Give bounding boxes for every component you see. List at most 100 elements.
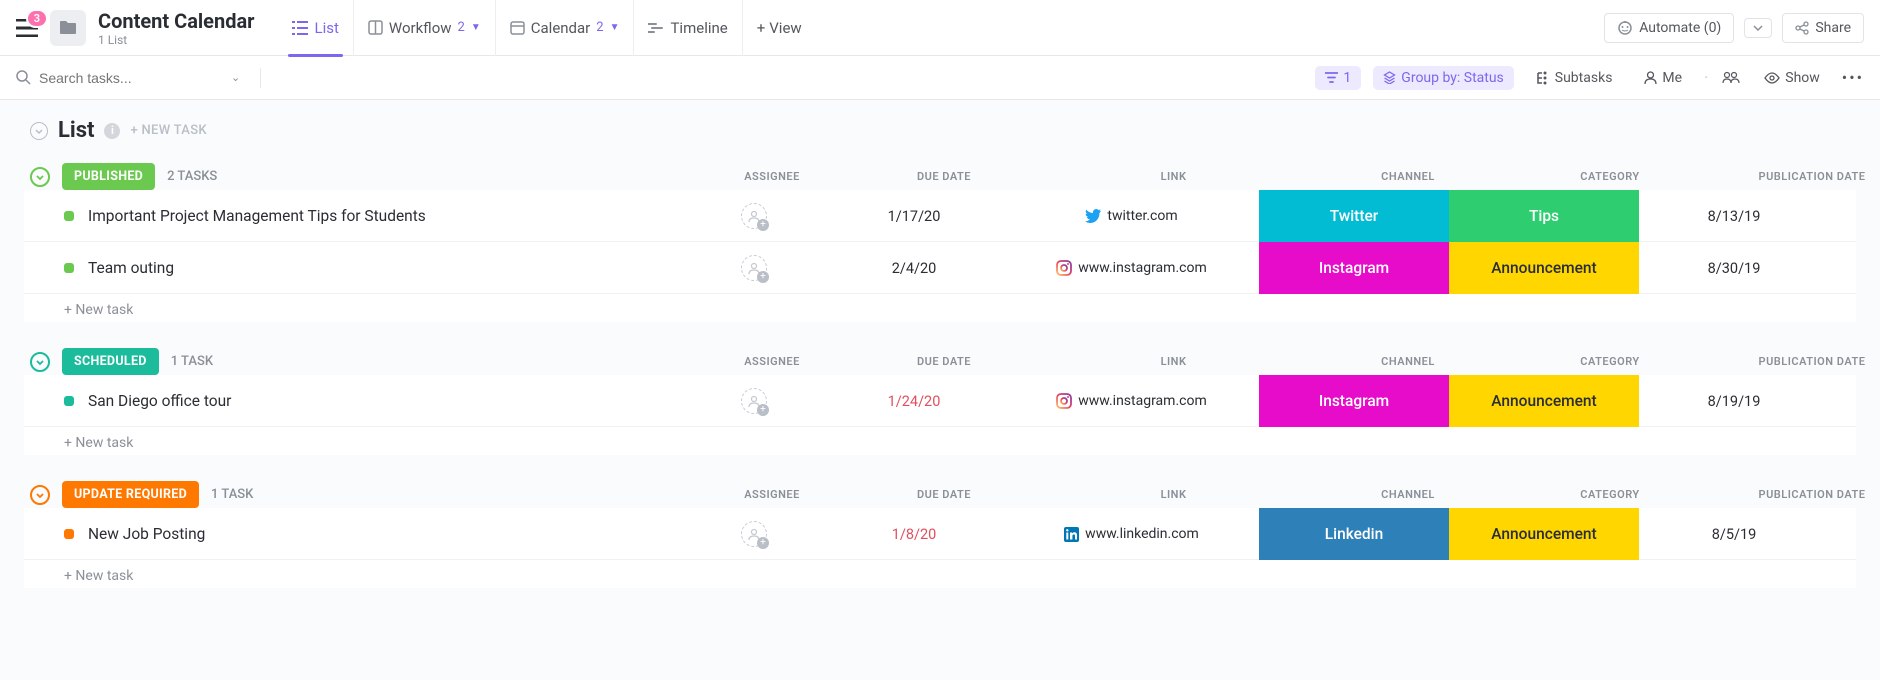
task-name[interactable]: Important Project Management Tips for St… <box>88 207 426 225</box>
column-header[interactable]: CATEGORY <box>1515 355 1705 368</box>
task-name[interactable]: Team outing <box>88 259 174 277</box>
column-header[interactable]: CATEGORY <box>1515 170 1705 183</box>
due-date[interactable]: 1/24/20 <box>824 393 1004 410</box>
automate-button[interactable]: Automate (0) <box>1604 13 1734 43</box>
filter-count: 1 <box>1343 70 1351 86</box>
column-header[interactable]: LINK <box>1046 170 1301 183</box>
me-label: Me <box>1662 70 1682 86</box>
link-cell[interactable]: twitter.com <box>1004 208 1259 224</box>
column-header[interactable]: CHANNEL <box>1313 170 1503 183</box>
tab-timeline[interactable]: Timeline <box>634 0 742 56</box>
group-by-button[interactable]: Group by: Status <box>1373 66 1513 90</box>
link-cell[interactable]: www.linkedin.com <box>1004 526 1259 542</box>
column-header[interactable]: ASSIGNEE <box>702 488 842 501</box>
category-chip[interactable]: Announcement <box>1449 242 1639 294</box>
group-toggle[interactable] <box>30 485 50 505</box>
task-row[interactable]: San Diego office tour 1/24/20 www.instag… <box>24 375 1856 427</box>
group-toggle[interactable] <box>30 167 50 187</box>
folder-icon[interactable] <box>50 10 86 46</box>
channel-chip[interactable]: Twitter <box>1259 190 1449 242</box>
assignee-button[interactable] <box>741 203 767 229</box>
assignees-button[interactable] <box>1720 67 1742 88</box>
category-chip[interactable]: Announcement <box>1449 508 1639 560</box>
publication-date[interactable]: 8/5/19 <box>1639 526 1829 543</box>
share-button[interactable]: Share <box>1782 13 1864 43</box>
task-count: 2 TASKS <box>167 169 217 184</box>
assignee-button[interactable] <box>741 388 767 414</box>
column-header[interactable]: ASSIGNEE <box>702 170 842 183</box>
link-cell[interactable]: www.instagram.com <box>1004 260 1259 276</box>
app-header: 3 Content Calendar 1 List List Workflow … <box>0 0 1880 56</box>
page-title[interactable]: Content Calendar <box>98 9 254 33</box>
filter-button[interactable]: 1 <box>1315 66 1361 90</box>
tab-workflow[interactable]: Workflow 2 ▼ <box>354 0 496 56</box>
column-header[interactable]: PUBLICATION DATE <box>1717 355 1880 368</box>
tab-calendar[interactable]: Calendar 2 ▼ <box>496 0 635 56</box>
tab-list[interactable]: List <box>278 0 353 56</box>
page-subtitle: 1 List <box>98 33 254 47</box>
column-header[interactable]: CATEGORY <box>1515 488 1705 501</box>
publication-date[interactable]: 8/30/19 <box>1639 260 1829 277</box>
due-date[interactable]: 1/17/20 <box>824 208 1004 225</box>
publication-date[interactable]: 8/13/19 <box>1639 208 1829 225</box>
assignee-button[interactable] <box>741 521 767 547</box>
task-name[interactable]: San Diego office tour <box>88 392 231 410</box>
column-header[interactable]: PUBLICATION DATE <box>1717 488 1880 501</box>
column-header[interactable]: DUE DATE <box>854 170 1034 183</box>
subtasks-button[interactable]: Subtasks <box>1526 66 1623 90</box>
menu-button[interactable]: 3 <box>16 19 38 37</box>
channel-chip[interactable]: Instagram <box>1259 375 1449 427</box>
add-view-button[interactable]: + View <box>743 19 816 37</box>
group-toggle[interactable] <box>30 352 50 372</box>
category-chip[interactable]: Announcement <box>1449 375 1639 427</box>
status-dot[interactable] <box>64 396 74 406</box>
collapse-all-toggle[interactable] <box>30 122 48 140</box>
status-chip[interactable]: SCHEDULED <box>62 348 159 375</box>
info-icon[interactable]: i <box>104 123 120 139</box>
tab-count: 2 <box>596 20 603 35</box>
task-row[interactable]: Important Project Management Tips for St… <box>24 190 1856 242</box>
channel-chip[interactable]: Instagram <box>1259 242 1449 294</box>
column-header[interactable]: LINK <box>1046 355 1301 368</box>
due-date[interactable]: 2/4/20 <box>824 260 1004 277</box>
publication-date[interactable]: 8/19/19 <box>1639 393 1829 410</box>
status-dot[interactable] <box>64 529 74 539</box>
new-task-row[interactable]: + New task <box>24 294 1856 322</box>
column-header[interactable]: CHANNEL <box>1313 355 1503 368</box>
automate-dropdown[interactable] <box>1744 18 1772 38</box>
status-dot[interactable] <box>64 263 74 273</box>
assignee-button[interactable] <box>741 255 767 281</box>
new-task-button[interactable]: + NEW TASK <box>130 123 206 138</box>
group-scheduled: SCHEDULED 1 TASK ASSIGNEEDUE DATELINKCHA… <box>24 348 1856 455</box>
category-chip[interactable]: Tips <box>1449 190 1639 242</box>
search-input[interactable] <box>39 70 219 86</box>
status-dot[interactable] <box>64 211 74 221</box>
link-text: www.linkedin.com <box>1085 526 1199 542</box>
more-menu[interactable]: ••• <box>1842 68 1864 87</box>
column-header[interactable]: DUE DATE <box>854 488 1034 501</box>
column-header[interactable]: DUE DATE <box>854 355 1034 368</box>
dot-separator: · <box>1704 68 1708 87</box>
status-chip[interactable]: PUBLISHED <box>62 163 155 190</box>
header-left: 3 Content Calendar 1 List <box>16 9 254 47</box>
show-label: Show <box>1785 70 1820 86</box>
new-task-row[interactable]: + New task <box>24 560 1856 588</box>
title-block: Content Calendar 1 List <box>98 9 254 47</box>
link-cell[interactable]: www.instagram.com <box>1004 393 1259 409</box>
due-date[interactable]: 1/8/20 <box>824 526 1004 543</box>
task-name[interactable]: New Job Posting <box>88 525 205 543</box>
status-chip[interactable]: UPDATE REQUIRED <box>62 481 199 508</box>
task-row[interactable]: New Job Posting 1/8/20 www.linkedin.com … <box>24 508 1856 560</box>
search-dropdown[interactable]: ⌄ <box>227 67 244 88</box>
chevron-down-icon: ▼ <box>610 22 620 33</box>
me-button[interactable]: Me <box>1634 66 1692 90</box>
new-task-row[interactable]: + New task <box>24 427 1856 455</box>
column-header[interactable]: PUBLICATION DATE <box>1717 170 1880 183</box>
column-header[interactable]: ASSIGNEE <box>702 355 842 368</box>
column-header[interactable]: LINK <box>1046 488 1301 501</box>
show-button[interactable]: Show <box>1754 66 1830 90</box>
column-header[interactable]: CHANNEL <box>1313 488 1503 501</box>
group-header: PUBLISHED 2 TASKS ASSIGNEE DUE DATE LINK CH… <box>24 163 1856 190</box>
channel-chip[interactable]: Linkedin <box>1259 508 1449 560</box>
task-row[interactable]: Team outing 2/4/20 www.instagram.com Ins… <box>24 242 1856 294</box>
